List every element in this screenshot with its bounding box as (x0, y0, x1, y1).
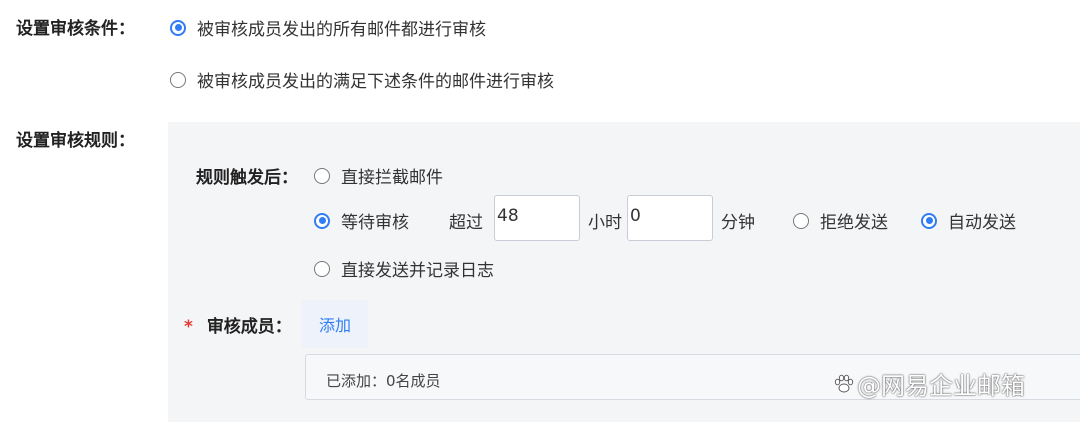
radio-checked-icon[interactable] (170, 19, 186, 36)
radio-unchecked-icon[interactable] (314, 260, 330, 277)
conditions-label: 设置审核条件： (16, 19, 135, 39)
action-option-reject[interactable]: 拒绝发送 (793, 208, 888, 233)
radio-unchecked-icon[interactable] (314, 167, 330, 184)
action-option-auto-send-label: 自动发送 (948, 213, 1016, 233)
members-added-text: 已添加：0名成员 (326, 372, 441, 390)
radio-unchecked-icon[interactable] (170, 71, 186, 88)
exceed-label: 超过 (449, 213, 483, 233)
members-label: 审核成员： (206, 317, 292, 337)
members-label-row: * 审核成员： (184, 312, 292, 337)
condition-option-all[interactable]: 被审核成员发出的所有邮件都进行审核 (170, 15, 486, 40)
radio-checked-icon[interactable] (921, 212, 937, 229)
trigger-option-send-log[interactable]: 直接发送并记录日志 (314, 256, 494, 281)
radio-unchecked-icon[interactable] (793, 212, 809, 229)
hours-unit: 小时 (588, 213, 622, 233)
minutes-unit: 分钟 (721, 213, 755, 233)
trigger-label: 规则触发后： (196, 168, 298, 188)
action-option-reject-label: 拒绝发送 (820, 213, 888, 233)
condition-option-filtered[interactable]: 被审核成员发出的满足下述条件的邮件进行审核 (170, 67, 554, 92)
trigger-option-block-label: 直接拦截邮件 (341, 168, 443, 188)
trigger-option-wait[interactable]: 等待审核 (314, 208, 409, 233)
trigger-option-block[interactable]: 直接拦截邮件 (314, 163, 443, 188)
action-option-auto-send[interactable]: 自动发送 (921, 208, 1016, 233)
trigger-option-send-log-label: 直接发送并记录日志 (341, 261, 494, 281)
radio-checked-icon[interactable] (314, 212, 330, 229)
paw-icon (834, 374, 854, 392)
condition-option-filtered-label: 被审核成员发出的满足下述条件的邮件进行审核 (197, 72, 554, 92)
required-mark: * (184, 317, 193, 337)
hours-input[interactable]: 48 (494, 195, 580, 241)
add-member-button[interactable]: 添加 (302, 300, 368, 348)
watermark-text: @网易企业邮箱 (857, 372, 1025, 400)
trigger-option-wait-label: 等待审核 (341, 213, 409, 233)
minutes-input[interactable]: 0 (627, 195, 713, 241)
watermark: @网易企业邮箱 (833, 366, 1025, 401)
rules-label: 设置审核规则： (16, 131, 135, 151)
condition-option-all-label: 被审核成员发出的所有邮件都进行审核 (197, 20, 486, 40)
